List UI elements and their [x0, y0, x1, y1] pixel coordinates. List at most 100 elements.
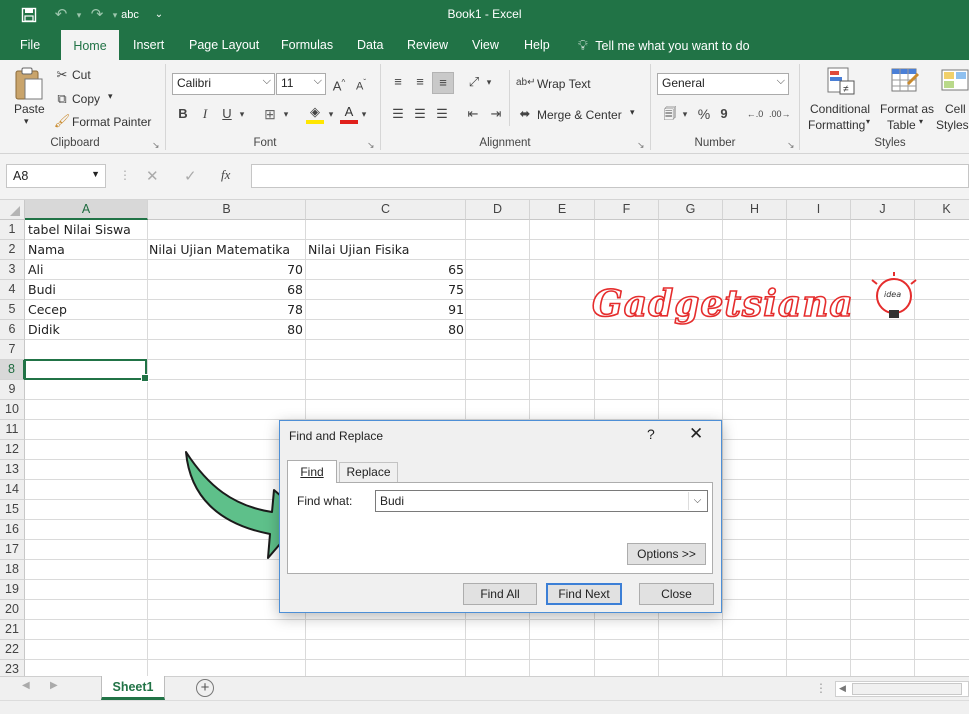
tab-help[interactable]: Help — [518, 30, 556, 60]
clipboard-launcher-icon[interactable]: ↘ — [152, 140, 160, 151]
increase-indent-icon[interactable]: ⇥ — [486, 104, 506, 124]
increase-decimal-icon[interactable]: ←.0 — [745, 104, 765, 124]
align-top-icon[interactable]: ≡ — [388, 72, 408, 92]
underline-button[interactable]: U — [219, 104, 235, 124]
find-all-button[interactable]: Find All — [463, 583, 537, 605]
cell-b5[interactable]: 78 — [148, 300, 303, 320]
row-header-14[interactable]: 14 — [0, 480, 25, 500]
font-size-box[interactable]: 11 ⌵ — [276, 73, 326, 95]
close-icon[interactable]: ✕ — [689, 424, 703, 444]
row-header-13[interactable]: 13 — [0, 460, 25, 480]
row-header-6[interactable]: 6 — [0, 320, 25, 340]
fill-color-icon[interactable]: ◈ — [306, 102, 324, 124]
row-header-20[interactable]: 20 — [0, 600, 25, 620]
merge-dropdown-icon[interactable]: ▾ — [630, 107, 635, 118]
paste-button[interactable]: Paste ▾ — [10, 66, 48, 126]
cell-b3[interactable]: 70 — [148, 260, 303, 280]
format-painter-button[interactable]: Format Painter — [72, 115, 151, 129]
tab-home[interactable]: Home — [61, 30, 119, 60]
column-header-c[interactable]: C — [306, 200, 466, 220]
column-header-k[interactable]: K — [915, 200, 969, 220]
accounting-dropdown-icon[interactable]: ▾ — [680, 104, 690, 124]
column-header-d[interactable]: D — [466, 200, 530, 220]
grow-font-icon[interactable]: A^ — [330, 73, 348, 96]
percent-button[interactable]: % — [695, 104, 713, 124]
tell-me-box[interactable]: 💡︎ Tell me what you want to do — [572, 30, 756, 60]
find-next-button[interactable]: Find Next — [546, 583, 622, 605]
column-header-g[interactable]: G — [659, 200, 723, 220]
column-header-i[interactable]: I — [787, 200, 851, 220]
cell-c2[interactable]: Nilai Ujian Fisika — [308, 240, 409, 260]
tab-insert[interactable]: Insert — [127, 30, 170, 60]
row-header-3[interactable]: 3 — [0, 260, 25, 280]
row-header-12[interactable]: 12 — [0, 440, 25, 460]
cancel-entry-icon[interactable]: ✕ — [146, 167, 159, 185]
row-header-7[interactable]: 7 — [0, 340, 25, 360]
tab-find[interactable]: Find — [287, 460, 337, 483]
row-header-18[interactable]: 18 — [0, 560, 25, 580]
tab-view[interactable]: View — [466, 30, 505, 60]
cell-a6[interactable]: Didik — [28, 320, 60, 340]
align-right-icon[interactable]: ☰ — [432, 104, 452, 124]
cell-a2[interactable]: Nama — [28, 240, 65, 260]
font-name-box[interactable]: Calibri ⌵ — [172, 73, 275, 95]
column-header-f[interactable]: F — [595, 200, 659, 220]
horizontal-scrollbar[interactable]: ◀ — [835, 681, 969, 697]
comma-style-button[interactable]: 9 — [716, 104, 732, 124]
chevron-down-icon[interactable]: ⌵ — [688, 492, 706, 510]
orientation-dropdown-icon[interactable]: ▾ — [484, 72, 494, 92]
borders-dropdown-icon[interactable]: ▾ — [281, 104, 291, 124]
row-header-2[interactable]: 2 — [0, 240, 25, 260]
cell-a3[interactable]: Ali — [28, 260, 44, 280]
row-header-10[interactable]: 10 — [0, 400, 25, 420]
cell-styles-button[interactable]: Cell Styles — [936, 66, 969, 136]
font-color-dropdown-icon[interactable]: ▾ — [359, 104, 369, 124]
confirm-entry-icon[interactable]: ✓ — [184, 167, 197, 185]
row-header-1[interactable]: 1 — [0, 220, 25, 240]
font-color-icon[interactable]: A — [340, 102, 358, 124]
column-header-b[interactable]: B — [148, 200, 306, 220]
bold-button[interactable]: B — [175, 104, 191, 124]
tab-review[interactable]: Review — [401, 30, 454, 60]
insert-function-icon[interactable]: fx — [221, 167, 230, 183]
accounting-icon[interactable]: 🗐︎ — [660, 104, 680, 124]
row-header-21[interactable]: 21 — [0, 620, 25, 640]
cut-button[interactable]: Cut — [72, 68, 91, 82]
options-button[interactable]: Options >> — [627, 543, 706, 565]
select-all-corner[interactable] — [0, 200, 25, 220]
sheet-tab-sheet1[interactable]: Sheet1 — [101, 676, 165, 700]
conditional-formatting-button[interactable]: ≠ Conditional Formatting ▾ — [808, 66, 874, 136]
find-what-input[interactable]: Budi ⌵ — [375, 490, 708, 512]
row-header-22[interactable]: 22 — [0, 640, 25, 660]
cell-c4[interactable]: 75 — [307, 280, 464, 300]
cell-c3[interactable]: 65 — [307, 260, 464, 280]
row-header-19[interactable]: 19 — [0, 580, 25, 600]
merge-center-button[interactable]: Merge & Center — [537, 108, 622, 122]
cell-a4[interactable]: Budi — [28, 280, 56, 300]
decrease-decimal-icon[interactable]: .00→ — [769, 104, 791, 124]
help-button[interactable]: ? — [647, 426, 655, 442]
align-center-icon[interactable]: ☰ — [410, 104, 430, 124]
cell-a5[interactable]: Cecep — [28, 300, 67, 320]
tab-file[interactable]: File — [14, 30, 46, 60]
row-header-16[interactable]: 16 — [0, 520, 25, 540]
number-format-box[interactable]: General ⌵ — [657, 73, 789, 95]
tab-replace[interactable]: Replace — [339, 462, 398, 482]
tab-split-icon[interactable]: ⋮ — [815, 681, 827, 695]
scrollbar-thumb[interactable] — [852, 683, 962, 695]
row-header-5[interactable]: 5 — [0, 300, 25, 320]
tab-formulas[interactable]: Formulas — [275, 30, 339, 60]
add-sheet-icon[interactable]: + — [196, 679, 214, 697]
copy-dropdown-icon[interactable]: ▾ — [108, 91, 113, 102]
close-button[interactable]: Close — [639, 583, 714, 605]
row-header-4[interactable]: 4 — [0, 280, 25, 300]
shrink-font-icon[interactable]: Aˇ — [352, 73, 370, 97]
number-launcher-icon[interactable]: ↘ — [787, 140, 795, 151]
column-header-j[interactable]: J — [851, 200, 915, 220]
row-header-17[interactable]: 17 — [0, 540, 25, 560]
underline-dropdown-icon[interactable]: ▾ — [237, 104, 247, 124]
formula-input[interactable] — [251, 164, 969, 188]
align-bottom-icon[interactable]: ≡ — [432, 72, 454, 94]
align-left-icon[interactable]: ☰ — [388, 104, 408, 124]
format-as-table-button[interactable]: Format as Table ▾ — [878, 66, 934, 136]
